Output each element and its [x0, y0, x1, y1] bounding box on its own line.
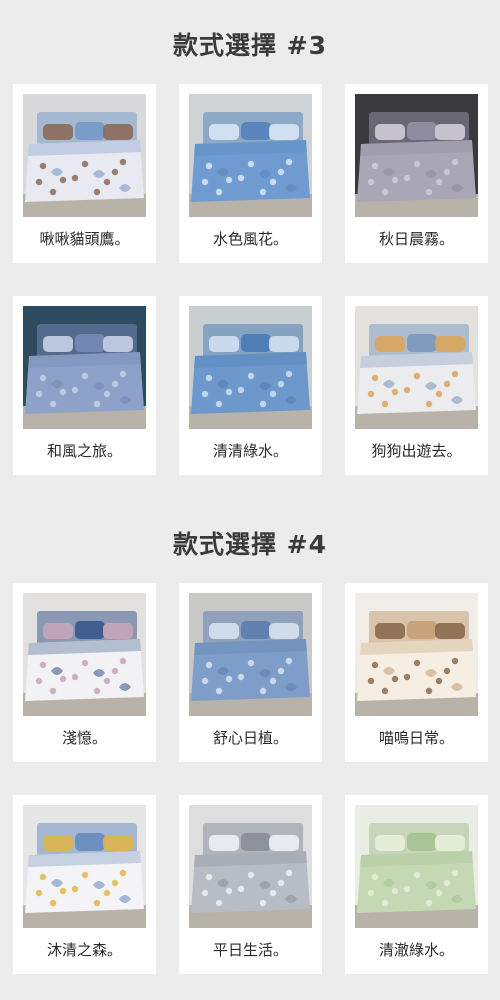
product-card[interactable]: 平日生活。 — [179, 795, 322, 974]
product-card[interactable]: 喵嗚日常。 — [345, 583, 488, 762]
product-card[interactable]: 清澈綠水。 — [345, 795, 488, 974]
bedding-photo — [355, 94, 478, 217]
bedding-illustration — [355, 306, 478, 429]
bedding-photo — [355, 805, 478, 928]
bedding-photo — [23, 593, 146, 716]
product-name: 喵嗚日常。 — [378, 729, 454, 747]
bedding-illustration — [23, 94, 146, 217]
bedding-illustration — [23, 805, 146, 928]
product-name: 啾啾貓頭鷹。 — [39, 230, 130, 248]
bedding-photo — [189, 805, 312, 928]
product-name: 秋日晨霧。 — [378, 230, 454, 248]
bedding-photo — [355, 593, 478, 716]
bedding-illustration — [189, 306, 312, 429]
bedding-illustration — [189, 593, 312, 716]
product-card[interactable]: 沐清之森。 — [13, 795, 156, 974]
product-card[interactable]: 和風之旅。 — [13, 296, 156, 475]
bedding-illustration — [189, 805, 312, 928]
product-card[interactable]: 啾啾貓頭鷹。 — [13, 84, 156, 263]
product-name: 平日生活。 — [212, 941, 288, 959]
product-name: 淺憶。 — [61, 729, 107, 747]
bedding-photo — [355, 306, 478, 429]
product-card[interactable]: 清清綠水。 — [179, 296, 322, 475]
product-name: 和風之旅。 — [46, 442, 122, 460]
bedding-photo — [23, 94, 146, 217]
product-name: 狗狗出遊去。 — [371, 442, 462, 460]
product-card[interactable]: 水色風花。 — [179, 84, 322, 263]
bedding-illustration — [355, 94, 478, 217]
bedding-illustration — [189, 94, 312, 217]
bedding-illustration — [23, 593, 146, 716]
bedding-photo — [189, 593, 312, 716]
section-title-3: 款式選擇 #3 — [172, 31, 328, 60]
product-card[interactable]: 舒心日植。 — [179, 583, 322, 762]
bedding-illustration — [355, 593, 478, 716]
product-name: 沐清之森。 — [46, 941, 122, 959]
product-name: 舒心日植。 — [212, 729, 288, 747]
product-card[interactable]: 狗狗出遊去。 — [345, 296, 488, 475]
bedding-photo — [189, 94, 312, 217]
product-name: 水色風花。 — [212, 230, 288, 248]
bedding-illustration — [355, 805, 478, 928]
product-card[interactable]: 淺憶。 — [13, 583, 156, 762]
bedding-photo — [23, 805, 146, 928]
bedding-illustration — [23, 306, 146, 429]
bedding-photo — [23, 306, 146, 429]
product-name: 清清綠水。 — [212, 442, 288, 460]
section-title-4: 款式選擇 #4 — [172, 530, 328, 559]
product-name: 清澈綠水。 — [378, 941, 454, 959]
bedding-photo — [189, 306, 312, 429]
product-card[interactable]: 秋日晨霧。 — [345, 84, 488, 263]
